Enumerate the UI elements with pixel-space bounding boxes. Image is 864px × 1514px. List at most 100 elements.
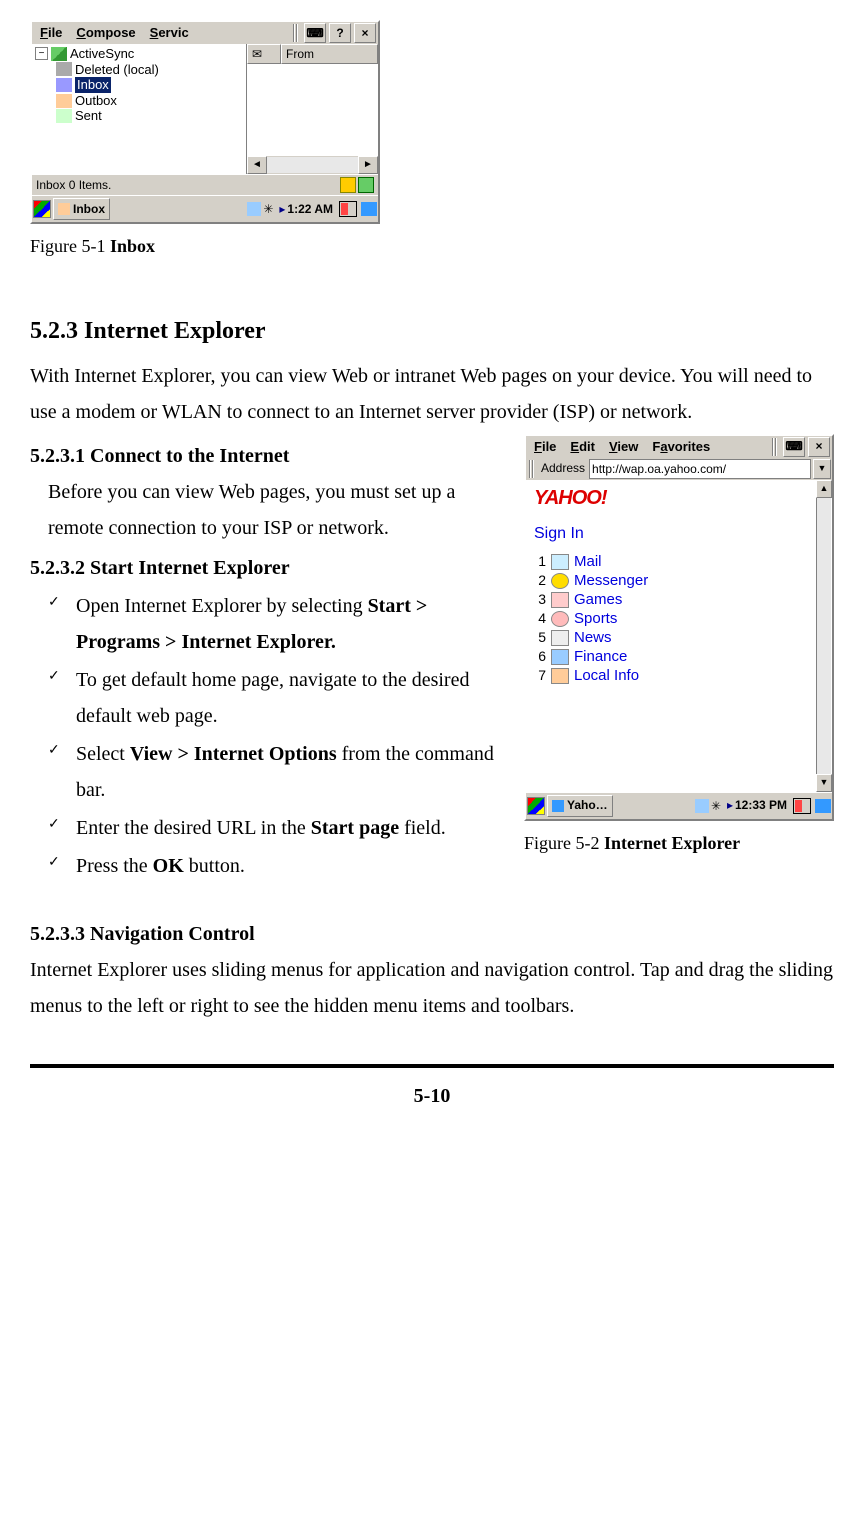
status-text: Inbox 0 Items. [36,178,338,192]
tree-item-inbox[interactable]: Inbox [34,77,244,93]
figure-2-caption: Figure 5-2 Internet Explorer [524,827,834,859]
taskbar-clock: 1:22 AM [287,202,333,216]
list-header: ✉ From [247,44,378,64]
tree-label: ActiveSync [70,46,134,62]
menu-file[interactable]: File [34,23,68,43]
ie-menubar: File Edit View Favorites ⌨ × [526,436,832,458]
taskbar-app-button[interactable]: Inbox [53,198,110,220]
sports-icon [551,611,569,627]
yahoo-link-item[interactable]: 6Finance [534,648,824,666]
ie-task-icon [552,800,564,812]
tray-desktop-icon[interactable] [361,202,377,216]
ie-keyboard-icon[interactable]: ⌨ [783,437,805,457]
hscrollbar[interactable]: ◄ ► [247,156,378,174]
intro-paragraph: With Internet Explorer, you can view Web… [30,358,834,430]
status-icon-sync [358,177,374,193]
ie-tray-desktop-icon[interactable] [815,799,831,813]
subsection-1-body: Before you can view Web pages, you must … [30,474,500,546]
addr-grip[interactable] [529,460,535,478]
ie-close-button[interactable]: × [808,437,830,457]
inbox-folder-icon [56,78,72,92]
inbox-task-icon [58,203,70,215]
list-item: Open Internet Explorer by selecting Star… [48,588,500,660]
ie-window: File Edit View Favorites ⌨ × Address ▼ Y [524,434,834,821]
attachment-col-icon[interactable]: ✉ [247,44,281,64]
list-item: Press the OK button. [48,848,500,884]
status-icon-lock [340,177,356,193]
folder-tree[interactable]: − ActiveSync Deleted (local) Inbox Outbo… [32,44,247,174]
list-item: Select View > Internet Options from the … [48,736,500,808]
scroll-down-icon[interactable]: ▼ [816,774,832,792]
ie-menu-edit[interactable]: Edit [564,437,601,457]
ie-tray-battery-icon[interactable] [793,798,811,814]
collapse-icon[interactable]: − [35,47,48,60]
yahoo-link-item[interactable]: 5News [534,629,824,647]
tree-label: Deleted (local) [75,62,159,78]
ie-start-button[interactable] [527,797,545,815]
menu-grip[interactable] [293,24,299,42]
tree-item-sent[interactable]: Sent [34,108,244,124]
yahoo-link-item[interactable]: 3Games [534,591,824,609]
keyboard-icon[interactable]: ⌨ [304,23,326,43]
ie-taskbar: Yaho… ✳ ▸ 12:33 PM [526,792,832,819]
news-icon [551,630,569,646]
from-column[interactable]: From [281,44,378,64]
close-button[interactable]: × [354,23,376,43]
help-button[interactable]: ? [329,23,351,43]
sign-in-link[interactable]: Sign In [534,524,824,543]
start-button[interactable] [33,200,51,218]
list-item: Enter the desired URL in the Start page … [48,810,500,846]
bullet-list: Open Internet Explorer by selecting Star… [30,588,500,884]
ie-menu-favorites[interactable]: Favorites [646,437,716,457]
yahoo-link-item[interactable]: 1Mail [534,553,824,571]
menu-services[interactable]: Servic [144,23,195,43]
tree-label-selected: Inbox [75,77,111,93]
ie-menu-grip[interactable] [772,438,778,456]
section-heading: 5.2.3 Internet Explorer [30,310,834,353]
yahoo-link-list: 1Mail 2Messenger 3Games 4Sports 5News 6F… [534,553,824,685]
yahoo-link-item[interactable]: 4Sports [534,610,824,628]
address-dropdown-icon[interactable]: ▼ [813,459,831,479]
scroll-track[interactable] [267,157,358,173]
taskbar: Inbox ✳ ▸ 1:22 AM [32,195,378,222]
tree-item-deleted[interactable]: Deleted (local) [34,62,244,78]
subsection-2-title: 5.2.3.2 Start Internet Explorer [30,550,500,586]
yahoo-link-item[interactable]: 7Local Info [534,667,824,685]
tray-conn-icon[interactable] [247,202,261,216]
scroll-left-icon[interactable]: ◄ [247,156,267,174]
list-item: To get default home page, navigate to th… [48,662,500,734]
ie-taskbar-app-button[interactable]: Yaho… [547,795,613,817]
ie-tray-conn-icon[interactable] [695,799,709,813]
local-info-icon [551,668,569,684]
menu-compose[interactable]: Compose [70,23,141,43]
messenger-icon [551,573,569,589]
tray-battery-icon[interactable] [339,201,357,217]
ie-taskbar-clock: 12:33 PM [735,798,787,812]
scroll-right-icon[interactable]: ► [358,156,378,174]
tray-person-icon[interactable]: ✳ [263,202,277,216]
tree-root[interactable]: − ActiveSync [34,46,244,62]
games-icon [551,592,569,608]
subsection-3-body: Internet Explorer uses sliding menus for… [30,952,834,1024]
browser-viewport[interactable]: YAHOO! Sign In 1Mail 2Messenger 3Games 4… [526,480,832,792]
status-bar: Inbox 0 Items. [32,174,378,195]
tree-label: Sent [75,108,102,124]
inbox-menubar: File Compose Servic ⌨ ? × [32,22,378,44]
ie-menu-view[interactable]: View [603,437,644,457]
ie-tray-person-icon[interactable]: ✳ [711,799,725,813]
finance-icon [551,649,569,665]
yahoo-logo: YAHOO! [534,486,824,510]
ie-menu-file[interactable]: File [528,437,562,457]
tree-label: Outbox [75,93,117,109]
figure-1-caption: Figure 5-1 Inbox [30,230,834,262]
vscrollbar[interactable]: ▲ ▼ [816,480,832,792]
message-list[interactable] [247,64,378,156]
yahoo-link-item[interactable]: 2Messenger [534,572,824,590]
address-bar: Address ▼ [526,458,832,480]
tree-item-outbox[interactable]: Outbox [34,93,244,109]
vscroll-track[interactable] [816,498,832,774]
address-input[interactable] [589,459,811,479]
scroll-up-icon[interactable]: ▲ [816,480,832,498]
activesync-icon [51,47,67,61]
inbox-window: File Compose Servic ⌨ ? × − ActiveSync D… [30,20,380,224]
